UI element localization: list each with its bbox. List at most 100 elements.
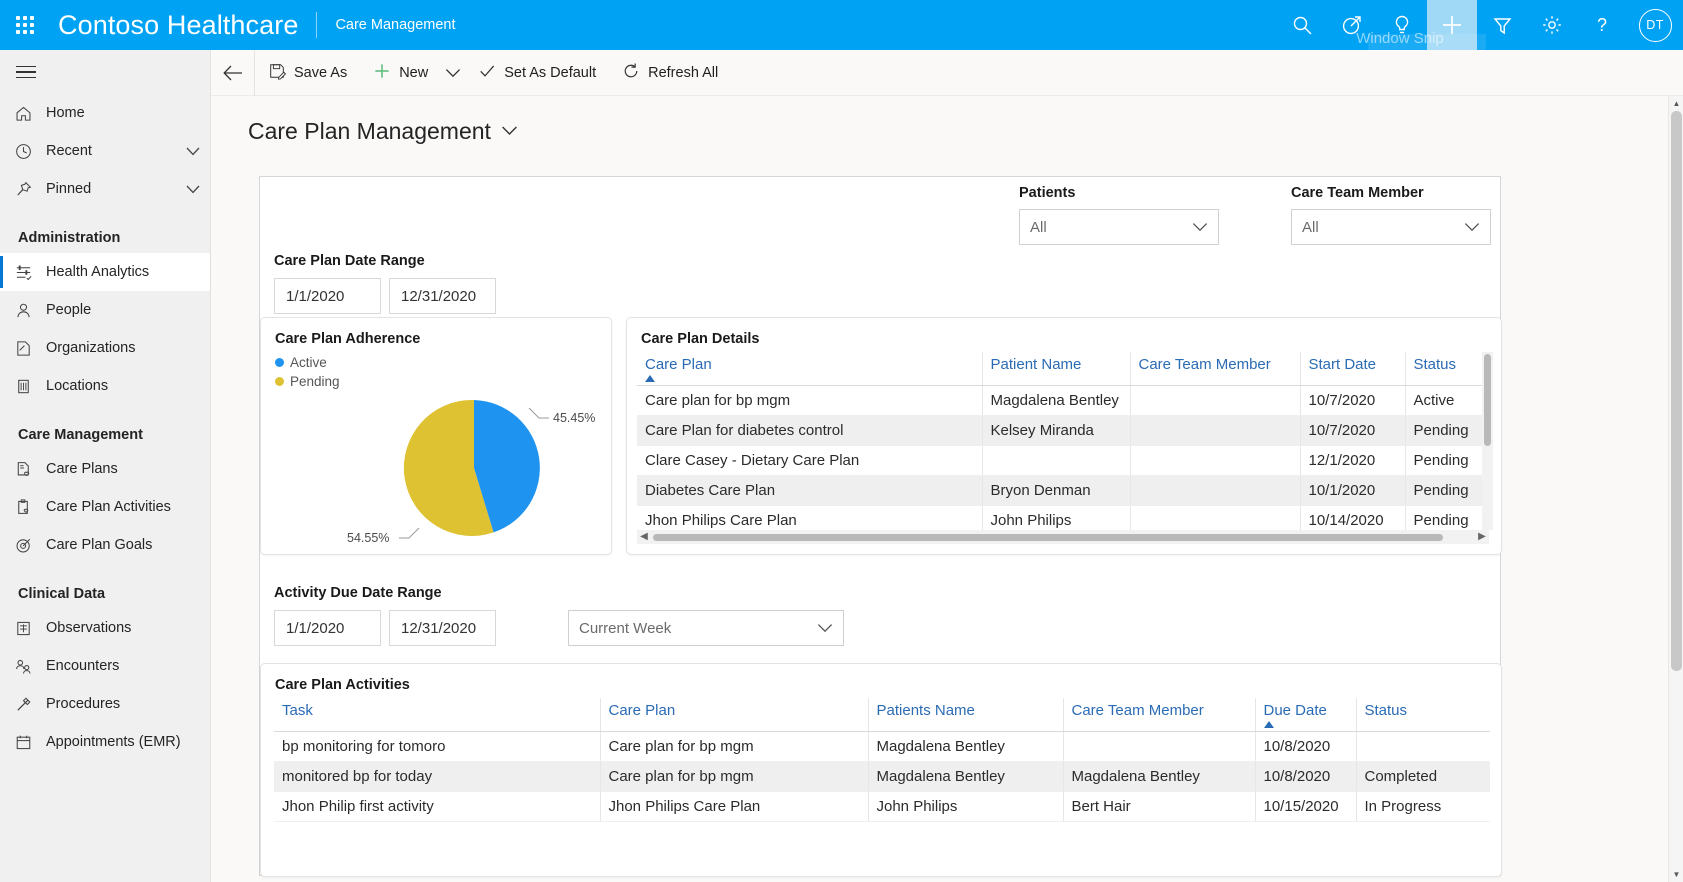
- activity-start-date-input[interactable]: 1/1/2020: [274, 610, 381, 646]
- sidebar-item-care-plan-goals[interactable]: Care Plan Goals: [0, 526, 210, 564]
- scrollbar-thumb[interactable]: [653, 534, 1443, 541]
- table-row[interactable]: Care Plan for diabetes control Kelsey Mi…: [637, 415, 1489, 446]
- column-header-care-plan[interactable]: Care Plan: [637, 352, 983, 386]
- sidebar-item-locations[interactable]: Locations: [0, 367, 210, 405]
- legend-swatch-active: [275, 358, 284, 367]
- legend-item-active[interactable]: Active: [261, 353, 611, 372]
- sidebar-item-recent[interactable]: Recent: [0, 132, 210, 170]
- avatar[interactable]: DT: [1627, 0, 1683, 50]
- clock-icon: [14, 142, 46, 161]
- gear-icon[interactable]: [1527, 0, 1577, 50]
- care-plan-details-table: Care Plan Patient Name Care Team Member …: [637, 352, 1489, 530]
- sidebar-item-label: People: [46, 302, 92, 318]
- activity-date-preset-select[interactable]: Current Week: [568, 610, 844, 646]
- person-icon: [14, 301, 46, 320]
- column-header-start-date[interactable]: Start Date: [1300, 352, 1406, 386]
- cell-task[interactable]: bp monitoring for tomoro: [274, 731, 601, 762]
- cell-status: Pending: [1405, 505, 1489, 530]
- scrollbar-thumb[interactable]: [1484, 354, 1491, 446]
- sidebar-item-pinned[interactable]: Pinned: [0, 170, 210, 208]
- sidebar-item-label: Locations: [46, 378, 109, 394]
- cell-task[interactable]: monitored bp for today: [274, 761, 601, 792]
- cell-care-team-member: [1130, 415, 1301, 446]
- pin-icon: [14, 180, 46, 199]
- activity-end-date-input[interactable]: 12/31/2020: [389, 610, 496, 646]
- care-plan-end-date-input[interactable]: 12/31/2020: [389, 278, 496, 314]
- column-header-patients-name[interactable]: Patients Name: [868, 698, 1064, 732]
- sidebar-item-procedures[interactable]: Procedures: [0, 685, 210, 723]
- sidebar-item-people[interactable]: People: [0, 291, 210, 329]
- column-header-care-plan[interactable]: Care Plan: [600, 698, 869, 732]
- scroll-up-arrow-icon[interactable]: ▲: [1669, 96, 1683, 111]
- sidebar-item-observations[interactable]: Observations: [0, 609, 210, 647]
- save-as-icon: [268, 62, 287, 84]
- column-header-label: Care Plan: [645, 356, 712, 373]
- sidebar-item-appointments-emr[interactable]: Appointments (EMR): [0, 723, 210, 761]
- sidebar-item-organizations[interactable]: Organizations: [0, 329, 210, 367]
- column-header-task[interactable]: Task: [274, 698, 601, 732]
- activity-due-date-range-label: Activity Due Date Range: [274, 585, 442, 601]
- sort-ascending-icon: [1263, 721, 1274, 728]
- column-header-patient-name[interactable]: Patient Name: [982, 352, 1131, 386]
- save-as-label: Save As: [294, 64, 348, 81]
- save-as-button[interactable]: Save As: [255, 50, 360, 96]
- scroll-down-arrow-icon[interactable]: ▼: [1669, 867, 1683, 882]
- table-row[interactable]: Diabetes Care Plan Bryon Denman 10/1/202…: [637, 475, 1489, 506]
- pie-label-active: 45.45%: [553, 411, 595, 425]
- waffle-menu-icon[interactable]: [0, 0, 50, 50]
- sidebar-item-health-analytics[interactable]: Health Analytics: [0, 253, 210, 291]
- sidebar-item-care-plans[interactable]: Care Plans: [0, 450, 210, 488]
- table-row[interactable]: Clare Casey - Dietary Care Plan 12/1/202…: [637, 445, 1489, 476]
- scrollbar-thumb[interactable]: [1671, 111, 1682, 671]
- page-title: Care Plan Management: [248, 118, 491, 144]
- sidebar-item-encounters[interactable]: Encounters: [0, 647, 210, 685]
- table-row[interactable]: Jhon Philip first activity Jhon Philips …: [274, 791, 1490, 822]
- encounters-icon: [14, 657, 46, 676]
- table-row[interactable]: monitored bp for today Care plan for bp …: [274, 761, 1490, 792]
- refresh-all-button[interactable]: Refresh All: [609, 50, 731, 96]
- care-plan-start-date-input[interactable]: 1/1/2020: [274, 278, 381, 314]
- cell-status: Pending: [1405, 445, 1489, 476]
- help-icon[interactable]: ?: [1577, 0, 1627, 50]
- column-header-care-team-member[interactable]: Care Team Member: [1130, 352, 1301, 386]
- patients-select[interactable]: All: [1019, 209, 1219, 245]
- refresh-all-label: Refresh All: [648, 64, 719, 81]
- new-dropdown-chevron-down-icon[interactable]: [441, 50, 465, 96]
- activity-date-preset-value: Current Week: [579, 619, 672, 637]
- patients-filter-label: Patients: [1019, 185, 1076, 201]
- table-row[interactable]: bp monitoring for tomoro Care plan for b…: [274, 731, 1490, 762]
- care-plan-details-vertical-scrollbar[interactable]: [1482, 352, 1493, 530]
- cell-care-plan: Care Plan for diabetes control: [637, 415, 983, 446]
- column-header-care-team-member[interactable]: Care Team Member: [1063, 698, 1256, 732]
- plus-icon: [373, 62, 391, 84]
- cell-task[interactable]: Jhon Philip first activity: [274, 791, 601, 822]
- chevron-down-icon[interactable]: [176, 147, 210, 156]
- chevron-down-icon[interactable]: [176, 185, 210, 194]
- cell-patients-name: Magdalena Bentley: [868, 761, 1064, 792]
- cell-status: [1356, 731, 1490, 762]
- new-button[interactable]: New: [360, 50, 441, 96]
- care-team-member-select[interactable]: All: [1291, 209, 1491, 245]
- scroll-left-arrow-icon[interactable]: ◀: [637, 530, 651, 544]
- table-row[interactable]: Care plan for bp mgm Magdalena Bentley 1…: [637, 385, 1489, 416]
- chevron-down-icon: [817, 623, 833, 633]
- set-as-default-button[interactable]: Set As Default: [465, 50, 609, 96]
- sidebar-item-care-plan-activities[interactable]: Care Plan Activities: [0, 488, 210, 526]
- sidebar-collapse-button[interactable]: [0, 50, 210, 94]
- search-icon[interactable]: [1277, 0, 1327, 50]
- cell-care-team-member: Magdalena Bentley: [1063, 761, 1256, 792]
- page-vertical-scrollbar[interactable]: ▲ ▼: [1668, 96, 1683, 882]
- table-row[interactable]: Jhon Philips Care Plan John Philips 10/1…: [637, 505, 1489, 530]
- clipboard-heart-icon: [14, 498, 46, 517]
- page-title-chevron-down-icon[interactable]: [501, 123, 518, 141]
- sidebar-item-home[interactable]: Home: [0, 94, 210, 132]
- scroll-right-arrow-icon[interactable]: ▶: [1475, 530, 1489, 544]
- column-header-due-date[interactable]: Due Date: [1255, 698, 1357, 732]
- chevron-down-icon: [1192, 222, 1208, 232]
- column-header-status[interactable]: Status: [1356, 698, 1490, 732]
- care-plan-details-horizontal-scrollbar[interactable]: ◀ ▶: [637, 530, 1489, 544]
- back-button[interactable]: [211, 49, 255, 96]
- cell-start-date: 10/7/2020: [1300, 415, 1406, 446]
- column-header-status[interactable]: Status: [1405, 352, 1489, 386]
- care-plan-activities-table: Task Care Plan Patients Name Care Team M…: [274, 698, 1490, 822]
